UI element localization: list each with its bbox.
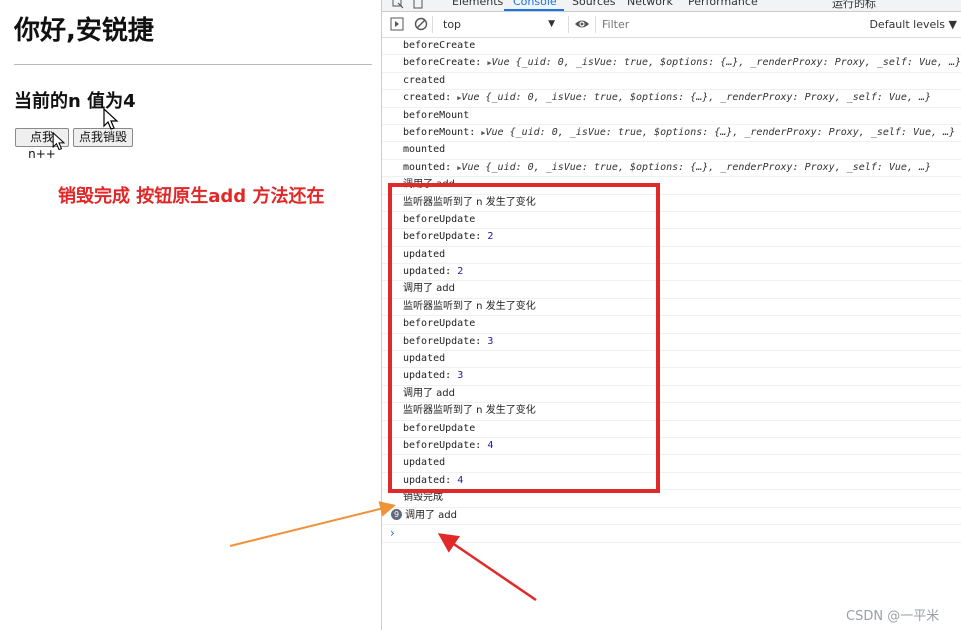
console-row: beforeUpdate	[382, 212, 961, 230]
console-message: beforeMount	[403, 109, 470, 121]
page-title: 你好,安锐捷	[14, 16, 154, 46]
log-levels-select[interactable]: Default levels ▼	[869, 16, 957, 33]
console-row: 监听器监听到了 n 发生了变化	[382, 195, 961, 212]
console-row: mounted	[382, 142, 961, 160]
console-label: beforeUpdate:	[403, 231, 482, 243]
console-object-preview[interactable]: Vue {_uid: 0, _isVue: true, $options: {……	[461, 92, 931, 103]
devtools-panel: Elements Console Sources Network Perform…	[381, 0, 961, 630]
console-row: beforeMount: ▶Vue {_uid: 0, _isVue: true…	[382, 125, 961, 143]
console-object-preview[interactable]: Vue {_uid: 0, _isVue: true, $options: {……	[461, 162, 931, 173]
console-number: 3	[457, 370, 464, 382]
watermark: CSDN @一平米	[846, 609, 940, 624]
console-row: created	[382, 73, 961, 91]
tab-network[interactable]: Network	[627, 0, 673, 8]
console-object-preview[interactable]: Vue {_uid: 0, _isVue: true, $options: {……	[492, 57, 961, 68]
console-message: beforeCreate	[403, 40, 476, 51]
console-number: 4	[487, 439, 494, 451]
active-tab-indicator	[504, 9, 564, 11]
console-row: updated	[382, 247, 961, 265]
toolbar-separator	[432, 16, 433, 33]
toolbar-separator	[595, 16, 596, 33]
console-row: 调用了 add	[382, 386, 961, 404]
device-icon[interactable]	[412, 0, 424, 9]
console-row: beforeUpdate	[382, 421, 961, 438]
console-row: updated	[382, 351, 961, 369]
chevron-down-icon: ▼	[548, 19, 555, 29]
context-value: top	[443, 18, 462, 31]
console-message: beforeUpdate	[403, 422, 476, 434]
devtools-tab-bar: Elements Console Sources Network Perform…	[382, 0, 961, 12]
console-message: created	[403, 74, 446, 86]
mouse-cursor-icon	[52, 132, 66, 151]
console-message: 调用了 add	[405, 509, 458, 521]
console-number: 2	[487, 231, 494, 243]
console-message: mounted	[403, 144, 446, 156]
context-select[interactable]: top ▼	[437, 16, 561, 33]
console-row: updated: 4	[382, 473, 961, 491]
console-row: beforeUpdate	[382, 316, 961, 334]
console-message: beforeUpdate	[403, 318, 476, 330]
console-label: created:	[403, 92, 452, 104]
console-row: beforeCreate	[382, 38, 961, 56]
console-row: 9 调用了 add	[382, 508, 961, 525]
console-label: updated:	[403, 266, 452, 278]
mouse-cursor-icon	[103, 108, 119, 130]
divider	[14, 64, 372, 65]
console-label: beforeCreate:	[403, 57, 482, 69]
console-label: mounted:	[403, 161, 452, 173]
toolbar-separator	[568, 16, 569, 33]
console-row: beforeUpdate: 2	[382, 229, 961, 247]
console-message: 监听器监听到了 n 发生了变化	[403, 196, 536, 208]
console-message: updated	[403, 457, 446, 469]
console-toolbar: top ▼ Default levels ▼	[382, 12, 961, 38]
console-row: 调用了 add	[382, 177, 961, 195]
tab-extra[interactable]: 运行的标	[832, 0, 876, 11]
clear-console-icon[interactable]	[414, 17, 428, 31]
console-row: beforeCreate: ▶Vue {_uid: 0, _isVue: tru…	[382, 55, 961, 73]
console-row: created: ▶Vue {_uid: 0, _isVue: true, $o…	[382, 90, 961, 108]
console-row: updated: 2	[382, 264, 961, 282]
console-label: beforeUpdate:	[403, 335, 482, 347]
console-row: 监听器监听到了 n 发生了变化	[382, 299, 961, 317]
console-message: updated	[403, 248, 446, 260]
tab-performance[interactable]: Performance	[688, 0, 758, 8]
console-label: updated:	[403, 474, 452, 486]
console-message: beforeUpdate	[403, 213, 476, 225]
console-message: 监听器监听到了 n 发生了变化	[403, 300, 536, 312]
console-message: 监听器监听到了 n 发生了变化	[403, 405, 536, 417]
console-message: 调用了 add	[403, 283, 456, 295]
console-row: beforeUpdate: 3	[382, 334, 961, 352]
console-row: mounted: ▶Vue {_uid: 0, _isVue: true, $o…	[382, 160, 961, 178]
console-message: 销毁完成	[403, 492, 443, 504]
console-label: beforeUpdate:	[403, 439, 482, 451]
tab-elements[interactable]: Elements	[452, 0, 503, 8]
tab-console[interactable]: Console	[513, 0, 557, 8]
sidebar-toggle-icon[interactable]	[390, 17, 404, 31]
page-viewport: 你好,安锐捷 当前的n 值为4 点我n++ 点我销毁 销毁完成 按钮原生add …	[0, 0, 381, 630]
console-message: 调用了 add	[403, 179, 456, 191]
filter-input[interactable]	[598, 16, 876, 33]
console-row: 监听器监听到了 n 发生了变化	[382, 403, 961, 421]
console-row: 调用了 add	[382, 281, 961, 299]
annotation-text: 销毁完成 按钮原生add 方法还在	[58, 186, 325, 207]
console-number: 3	[487, 335, 494, 347]
console-number: 4	[457, 474, 464, 486]
tab-sources[interactable]: Sources	[572, 0, 616, 8]
console-message: 调用了 add	[403, 387, 456, 399]
repeat-count-badge: 9	[391, 508, 402, 520]
console-row: beforeMount	[382, 108, 961, 125]
console-number: 2	[457, 266, 464, 278]
console-message: updated	[403, 353, 446, 365]
console-row: updated	[382, 455, 961, 473]
console-prompt[interactable]: ›	[382, 525, 961, 543]
console-label: updated:	[403, 370, 452, 382]
inspect-icon[interactable]	[392, 0, 404, 9]
console-label: beforeMount:	[403, 126, 476, 138]
console-row: 销毁完成	[382, 490, 961, 508]
eye-icon[interactable]	[574, 17, 590, 31]
console-row: beforeUpdate: 4	[382, 438, 961, 456]
console-object-preview[interactable]: Vue {_uid: 0, _isVue: true, $options: {……	[486, 127, 956, 138]
console-row: updated: 3	[382, 368, 961, 386]
console-log: beforeCreate beforeCreate: ▶Vue {_uid: 0,…	[382, 38, 961, 543]
